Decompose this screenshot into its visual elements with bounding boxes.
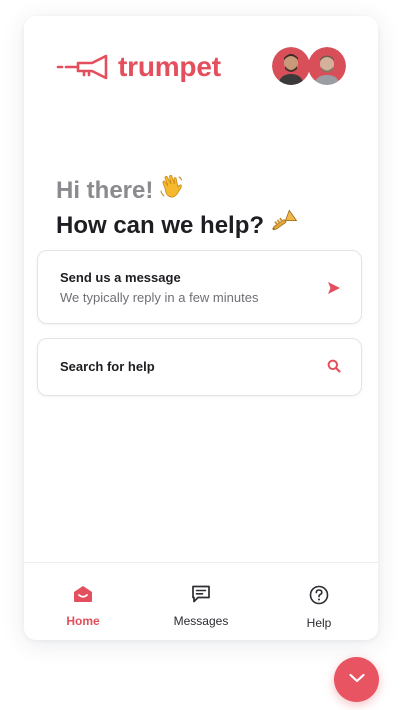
- greeting-hi: Hi there!: [56, 174, 298, 208]
- tab-help-label: Help: [306, 616, 332, 630]
- help-icon: [309, 585, 329, 610]
- messages-icon: [191, 585, 211, 608]
- page: trumpet Hi there! How can we help? Send …: [0, 0, 401, 710]
- reply-time-text: We typically reply in a few minutes: [60, 290, 259, 305]
- tab-messages[interactable]: Messages: [142, 563, 260, 640]
- chevron-down-icon: [348, 671, 366, 689]
- waving-hand-icon: [159, 174, 185, 208]
- avatar: [308, 47, 346, 85]
- greeting: Hi there! How can we help?: [56, 174, 298, 243]
- search-help-title: Search for help: [60, 359, 155, 374]
- bottom-nav: Home Messages Help: [24, 562, 378, 640]
- greeting-help-text: How can we help?: [56, 212, 265, 239]
- avatar: [272, 47, 310, 85]
- brand-name: trumpet: [118, 51, 221, 82]
- tab-messages-label: Messages: [173, 614, 229, 628]
- search-help-card[interactable]: Search for help: [37, 338, 362, 396]
- tab-help[interactable]: Help: [260, 563, 378, 640]
- header: trumpet: [24, 16, 378, 126]
- messenger-widget: trumpet Hi there! How can we help? Send …: [24, 16, 378, 640]
- team-avatars: [272, 47, 346, 85]
- search-icon: [327, 359, 341, 378]
- brand-logo: trumpet: [56, 52, 221, 82]
- tab-home[interactable]: Home: [24, 563, 142, 640]
- send-message-card[interactable]: Send us a message We typically reply in …: [37, 250, 362, 324]
- tab-home-label: Home: [66, 614, 100, 628]
- trumpet-emoji-icon: [270, 209, 298, 243]
- trumpet-logo-icon: [56, 54, 108, 80]
- greeting-help: How can we help?: [56, 209, 298, 243]
- send-message-title: Send us a message: [60, 270, 181, 285]
- home-icon: [73, 585, 93, 608]
- greeting-hi-text: Hi there!: [56, 177, 154, 204]
- launcher-button[interactable]: [334, 657, 379, 702]
- send-icon: [327, 281, 341, 300]
